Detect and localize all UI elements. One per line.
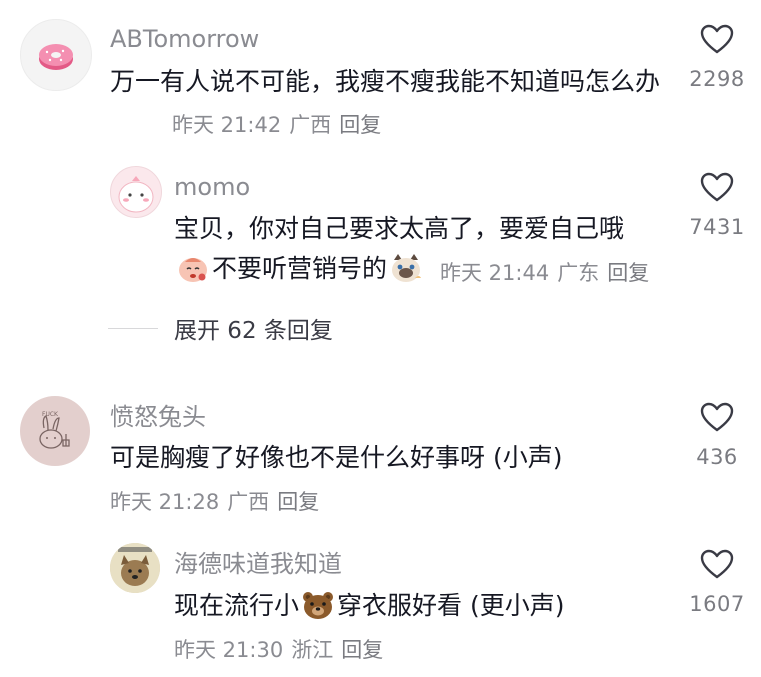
siamese-cat-emoji-icon xyxy=(388,252,424,284)
heart-icon xyxy=(700,24,734,54)
like-count: 7431 xyxy=(689,215,745,239)
comment-meta: 昨天 21:30 浙江 回复 xyxy=(174,635,391,665)
pink-cartoon-icon xyxy=(118,176,154,213)
reply-button[interactable]: 回复 xyxy=(277,490,319,514)
expand-replies-label[interactable]: 展开 62 条回复 xyxy=(174,311,333,345)
crying-peach-emoji-icon xyxy=(175,252,211,284)
like-button[interactable]: 1607 xyxy=(682,549,752,617)
like-button[interactable]: 2298 xyxy=(682,24,752,92)
reply-button[interactable]: 回复 xyxy=(607,261,649,285)
comment-meta: 昨天 21:28 广西 回复 xyxy=(110,487,327,517)
avatar[interactable]: FUCK xyxy=(20,396,90,466)
reply-button[interactable]: 回复 xyxy=(341,638,383,662)
reply-button[interactable]: 回复 xyxy=(339,113,381,137)
comment-meta: 昨天 21:44 广东 回复 xyxy=(440,258,657,288)
like-count: 1607 xyxy=(689,592,745,616)
comment-time: 昨天 21:30 xyxy=(174,638,284,662)
comment-location: 广东 xyxy=(557,261,600,285)
like-count: 436 xyxy=(696,445,738,469)
rabbit-drawing-icon: FUCK xyxy=(39,411,70,449)
like-count: 2298 xyxy=(689,67,745,91)
comment-text-part2: 穿衣服好看 (更小声) xyxy=(337,591,565,620)
dog-photo-icon xyxy=(110,543,160,593)
comment-text: 现在流行小 穿衣服好看 (更小声) xyxy=(174,586,664,626)
bear-emoji-icon xyxy=(300,589,336,621)
heart-icon xyxy=(700,172,734,202)
username[interactable]: 海德味道我知道 xyxy=(174,549,342,579)
comment-time: 昨天 21:44 xyxy=(440,261,550,285)
comment-time: 昨天 21:28 xyxy=(110,490,220,514)
donut-icon xyxy=(39,44,73,70)
comment-time: 昨天 21:42 xyxy=(172,113,282,137)
username[interactable]: 愤怒兔头 xyxy=(110,402,206,432)
avatar[interactable] xyxy=(20,19,92,91)
comment-location: 广西 xyxy=(227,490,270,514)
comment-location: 广西 xyxy=(289,113,332,137)
comment-text-part1: 宝贝，你对自己要求太高了，要爱自己哦 xyxy=(174,214,625,243)
comment-text-part1: 现在流行小 xyxy=(174,591,300,620)
avatar[interactable] xyxy=(110,166,162,218)
like-button[interactable]: 436 xyxy=(682,402,752,470)
username[interactable]: ABTomorrow xyxy=(110,24,259,54)
heart-icon xyxy=(700,549,734,579)
comment-text: 可是胸瘦了好像也不是什么好事呀 (小声) xyxy=(110,443,563,472)
heart-icon xyxy=(700,402,734,432)
avatar[interactable] xyxy=(110,543,160,593)
comment-text-part2: 不要听营销号的 xyxy=(212,254,388,283)
comment-location: 浙江 xyxy=(291,638,334,662)
comment-meta: 昨天 21:42 广西 回复 xyxy=(172,110,389,140)
comment-text: 万一有人说不可能，我瘦不瘦我能不知道吗怎么办 xyxy=(110,67,661,96)
expand-replies-button[interactable]: 展开 62 条回复 xyxy=(108,308,333,348)
like-button[interactable]: 7431 xyxy=(682,172,752,240)
expand-divider xyxy=(108,327,158,329)
username[interactable]: momo xyxy=(174,172,250,202)
